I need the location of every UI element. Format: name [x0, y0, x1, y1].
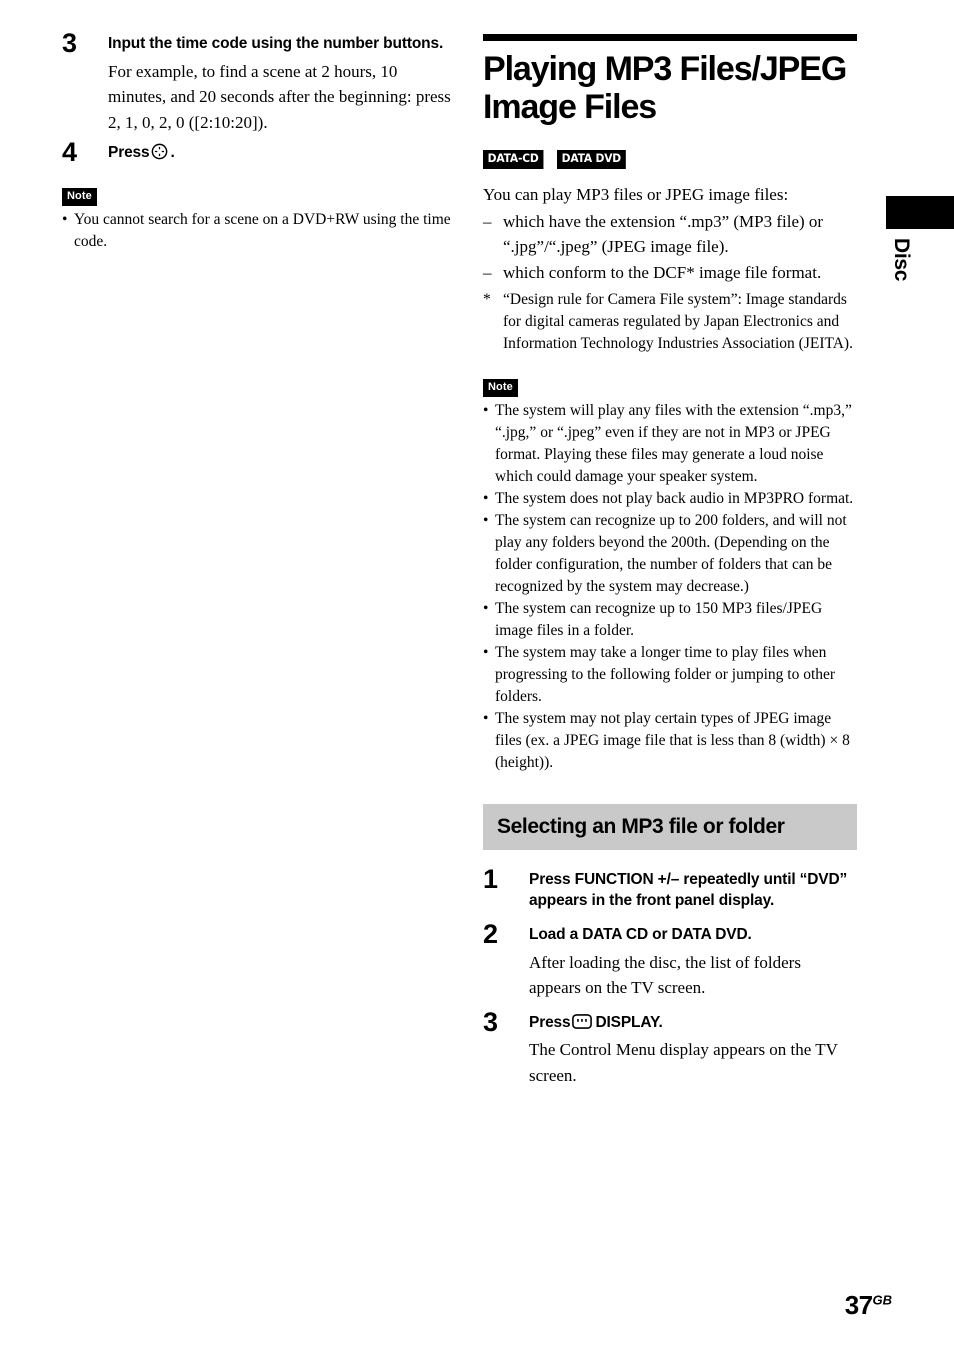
note-item: The system will play any files with the …	[483, 400, 857, 488]
step-title: Input the time code using the number but…	[108, 35, 444, 52]
page-number: 37GB	[845, 1292, 892, 1318]
media-badge-data-cd: DATA-CD	[483, 150, 544, 169]
note-item: The system may take a longer time to pla…	[483, 642, 857, 708]
step-number: 3	[483, 1006, 498, 1037]
step-title-suffix: .	[170, 144, 175, 162]
list-item: which conform to the DCF* image file for…	[483, 261, 857, 286]
step-title-prefix: Press	[108, 144, 150, 162]
page-number-value: 37	[844, 1290, 873, 1320]
note-item: The system can recognize up to 200 folde…	[483, 510, 857, 598]
note-item: The system can recognize up to 150 MP3 f…	[483, 598, 857, 642]
manual-page: 3 Input the time code using the number b…	[0, 0, 954, 1352]
step-number: 2	[483, 919, 498, 950]
step-2: 2 Load a DATA CD or DATA DVD. After load…	[483, 921, 857, 1001]
right-note-list: The system will play any files with the …	[483, 400, 857, 774]
right-column: Playing MP3 Files/JPEG Image Files DATA-…	[483, 34, 857, 1092]
step-body: The Control Menu display appears on the …	[529, 1040, 838, 1085]
sub-heading: Selecting an MP3 file or folder	[483, 803, 857, 850]
section-rule	[483, 34, 857, 41]
footnote-marker: *	[483, 290, 491, 308]
step-body: For example, to find a scene at 2 hours,…	[108, 61, 451, 132]
note-item: The system may not play certain types of…	[483, 708, 857, 774]
media-badge-group: DATA-CD DATA DVD	[483, 150, 857, 169]
step-title: Press DISPLAY.	[529, 1013, 857, 1034]
side-tab-marker	[886, 196, 954, 229]
footnote: * “Design rule for Camera File system”: I…	[483, 289, 857, 355]
note-badge: Note	[62, 187, 97, 206]
right-note-block: Note The system will play any files with…	[483, 377, 857, 774]
step-3: 3 Input the time code using the number b…	[62, 30, 454, 135]
step-1: 1 Press FUNCTION +/– repeatedly until “D…	[483, 865, 857, 911]
display-button-icon	[572, 1013, 593, 1029]
requirements-list: which have the extension “.mp3” (MP3 fil…	[483, 210, 857, 285]
note-item: The system does not play back audio in M…	[483, 488, 857, 510]
step-title: Load a DATA CD or DATA DVD.	[529, 926, 752, 944]
step-number: 4	[62, 137, 77, 168]
intro-text: You can play MP3 files or JPEG image fil…	[483, 184, 789, 204]
list-item: which have the extension “.mp3” (MP3 fil…	[483, 210, 857, 260]
step-title: Press.	[108, 143, 454, 164]
page-title: Playing MP3 Files/JPEG Image Files	[483, 50, 847, 127]
step-number: 1	[483, 863, 498, 894]
step-title-suffix: DISPLAY.	[595, 1013, 663, 1031]
step-body: After loading the disc, the list of fold…	[529, 952, 801, 998]
media-badge-data-dvd: DATA DVD	[556, 150, 626, 169]
footnote-text: “Design rule for Camera File system”: Im…	[503, 290, 853, 352]
page-number-suffix: GB	[872, 1292, 893, 1308]
step-title-prefix: Press	[529, 1013, 571, 1031]
side-tab-label: Disc	[890, 238, 913, 282]
enter-button-icon	[151, 143, 168, 160]
step-3: 3 Press DISPLAY. The Control Menu display…	[483, 1008, 857, 1089]
step-title: Press FUNCTION +/– repeatedly until “DVD…	[529, 870, 848, 909]
note-badge: Note	[483, 378, 518, 397]
left-note-block: Note You cannot search for a scene on a …	[62, 186, 454, 253]
note-item: You cannot search for a scene on a DVD+R…	[62, 209, 454, 253]
step-4: 4 Press.	[62, 139, 454, 166]
left-column: 3 Input the time code using the number b…	[62, 30, 454, 253]
step-number: 3	[62, 28, 77, 58]
left-note-list: You cannot search for a scene on a DVD+R…	[62, 209, 454, 253]
